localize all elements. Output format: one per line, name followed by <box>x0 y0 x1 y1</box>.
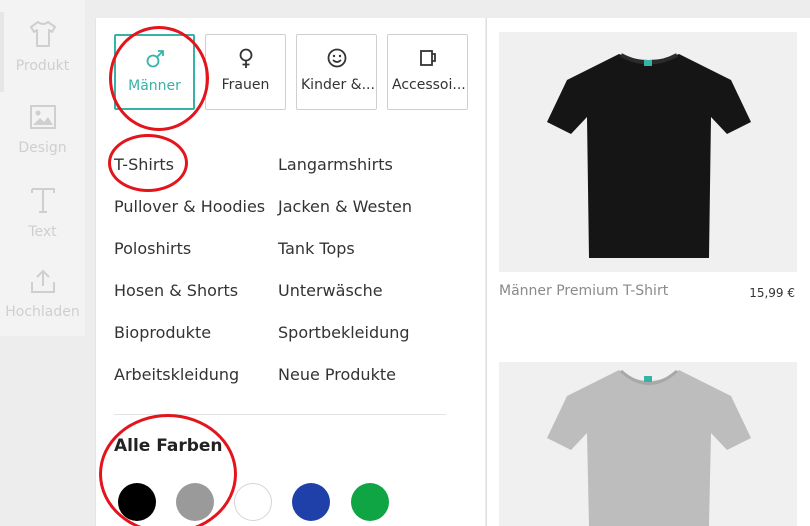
tool-hochladen-label: Hochladen <box>5 304 80 320</box>
text-icon <box>0 186 85 218</box>
tool-text[interactable]: Text <box>0 186 85 240</box>
image-icon <box>0 104 85 134</box>
tool-produkt-label: Produkt <box>15 58 70 74</box>
product-grid: Männer Premium T-Shirt 15,99 € <box>486 18 810 526</box>
category-arbeitskleidung[interactable]: Arbeitskleidung <box>114 365 239 384</box>
category-hosen-shorts[interactable]: Hosen & Shorts <box>114 281 238 300</box>
annotation-ring-maenner <box>109 26 209 131</box>
mug-icon <box>388 47 467 69</box>
category-sportbekleidung[interactable]: Sportbekleidung <box>278 323 410 342</box>
color-swatch-blue[interactable] <box>292 483 330 521</box>
tshirt-icon <box>0 20 85 52</box>
category-pullover-hoodies[interactable]: Pullover & Hoodies <box>114 197 265 216</box>
product-image-tshirt-gray[interactable] <box>499 362 797 526</box>
tab-frauen[interactable]: Frauen <box>205 34 286 110</box>
product-name[interactable]: Männer Premium T-Shirt <box>499 283 668 299</box>
tool-sidebar: Produkt Design Text Hochladen <box>0 0 85 336</box>
category-tank-tops[interactable]: Tank Tops <box>278 239 355 258</box>
category-bioprodukte[interactable]: Bioprodukte <box>114 323 211 342</box>
tab-accessoires-label: Accessoi... <box>392 77 466 93</box>
category-poloshirts[interactable]: Poloshirts <box>114 239 191 258</box>
tab-accessoires[interactable]: Accessoi... <box>387 34 468 110</box>
product-price: 15,99 € <box>749 286 795 300</box>
category-jacken-westen[interactable]: Jacken & Westen <box>278 197 412 216</box>
tab-kinder[interactable]: Kinder &... <box>296 34 377 110</box>
smiley-icon <box>297 47 376 69</box>
annotation-ring-colors <box>99 414 237 526</box>
tool-produkt[interactable]: Produkt <box>0 20 85 74</box>
product-image-premium-tshirt-black[interactable] <box>499 32 797 272</box>
tool-design-label: Design <box>18 140 67 156</box>
tool-text-label: Text <box>28 224 57 240</box>
upload-icon <box>0 268 85 298</box>
female-icon <box>206 47 285 69</box>
category-unterwaesche[interactable]: Unterwäsche <box>278 281 383 300</box>
tool-hochladen[interactable]: Hochladen <box>0 268 85 320</box>
annotation-ring-tshirts <box>108 134 188 192</box>
category-langarmshirts[interactable]: Langarmshirts <box>278 155 393 174</box>
tab-kinder-label: Kinder &... <box>301 77 375 93</box>
tab-frauen-label: Frauen <box>221 77 270 93</box>
tool-design[interactable]: Design <box>0 104 85 156</box>
color-swatch-green[interactable] <box>351 483 389 521</box>
color-swatch-white[interactable] <box>234 483 272 521</box>
category-neue-produkte[interactable]: Neue Produkte <box>278 365 396 384</box>
